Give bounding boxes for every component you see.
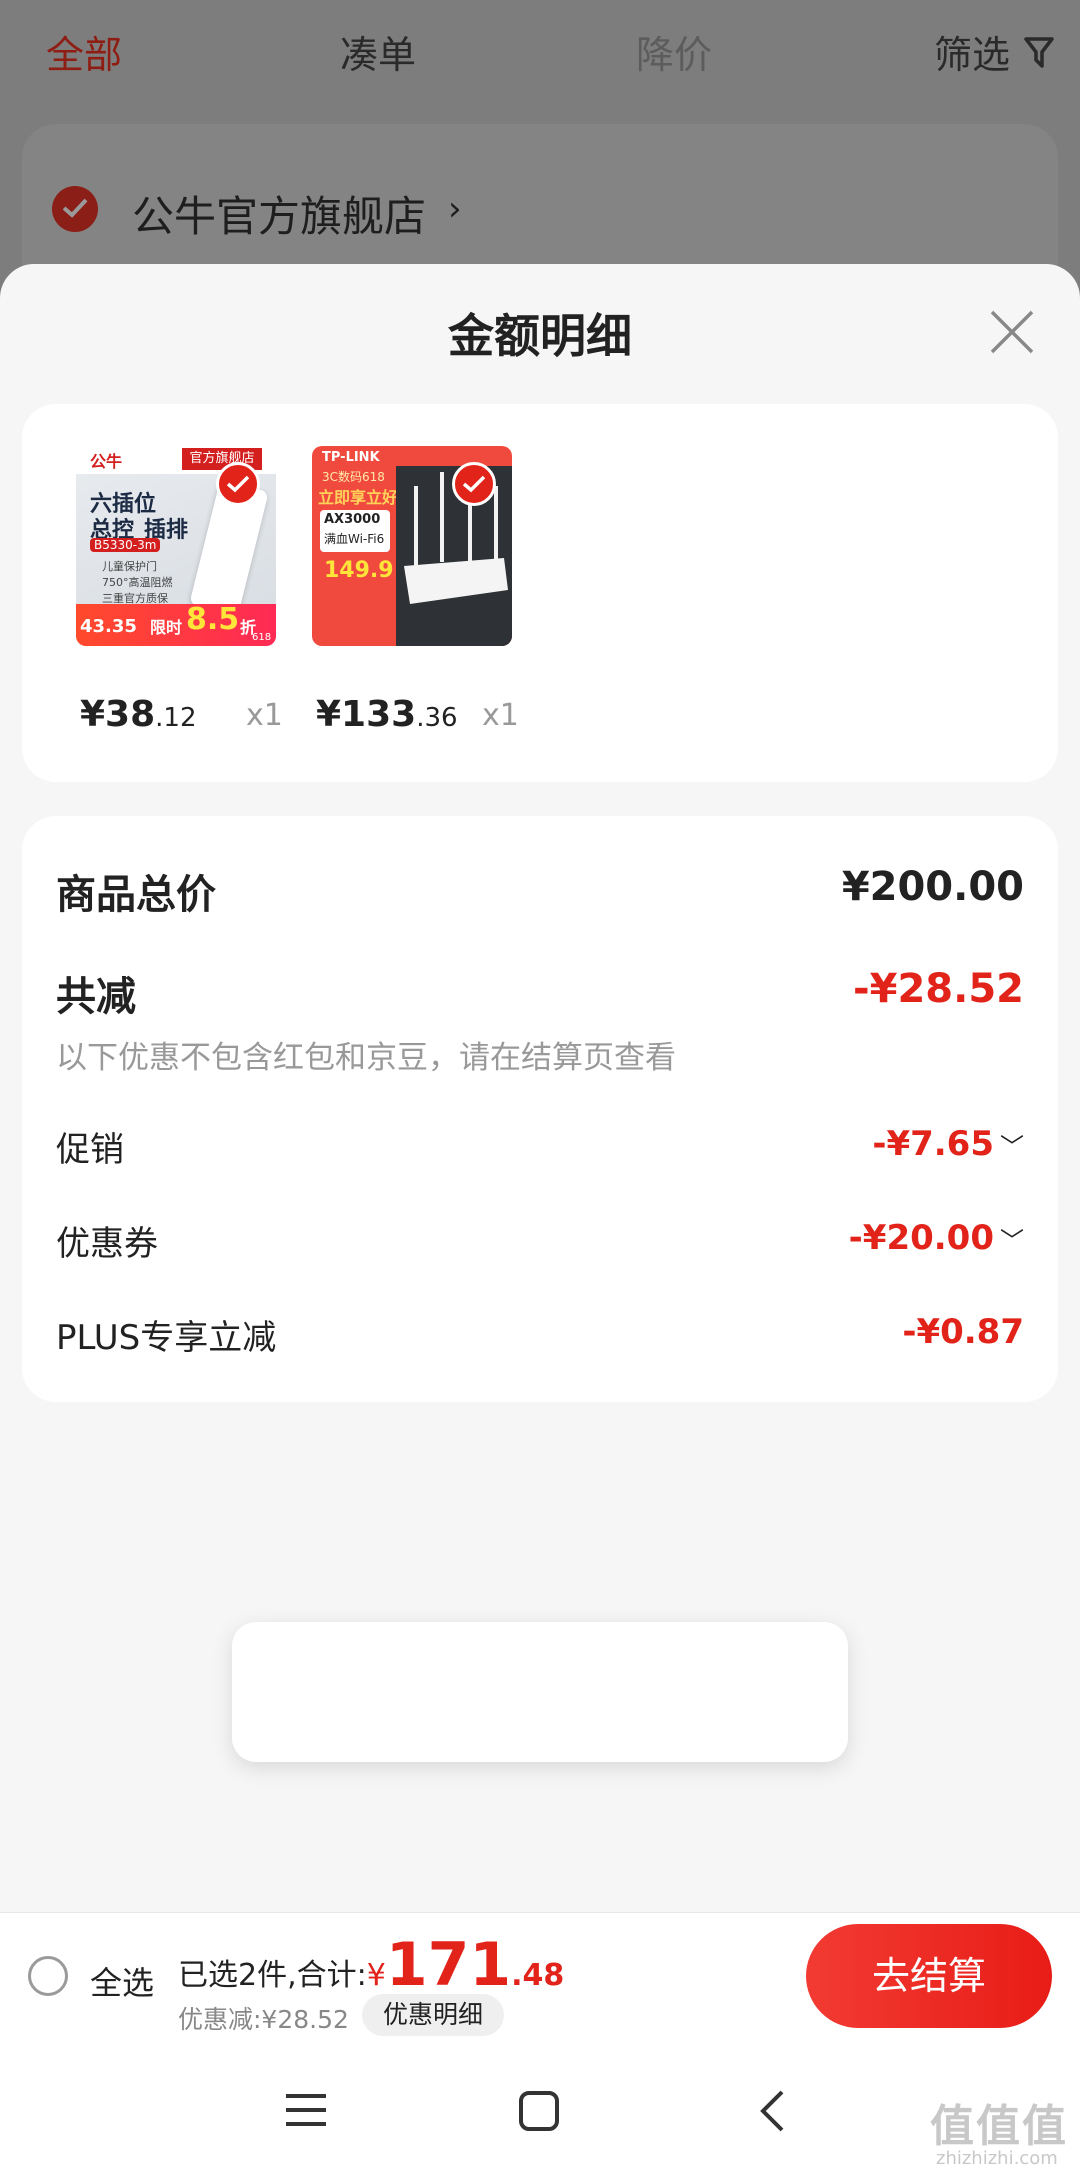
thumb-price-tag: 149.9 — [324, 558, 394, 583]
item-quantity: x1 — [246, 698, 283, 733]
menu-icon[interactable] — [286, 2092, 326, 2128]
thumb-price-tag: 43.35 — [80, 616, 137, 637]
check-icon — [62, 198, 88, 218]
plus-discount-value: -¥0.87 — [902, 1312, 1024, 1352]
selected-total: 已选2件,合计:¥171.48 — [178, 1930, 565, 2000]
item-price: ¥38.12 — [80, 694, 197, 735]
sheet-title: 金额明细 — [448, 309, 632, 363]
brand-logo-text: 公牛 — [90, 452, 123, 471]
thumb-subtitle: 满血Wi-Fi6 — [324, 532, 385, 546]
thumb-feature: 儿童保护门 — [102, 560, 157, 573]
store-checkbox[interactable] — [52, 186, 98, 232]
total-label: 商品总价 — [56, 872, 216, 918]
tab-price-drop[interactable]: 降价 — [636, 24, 712, 79]
store-name[interactable]: 公牛官方旗舰店 — [132, 183, 426, 244]
product-thumbnail[interactable]: 公牛 官方旗舰店 六插位 总控 插排 B5330-3m 儿童保护门 750°高温… — [76, 446, 276, 646]
background-tab-bar: 全部 凑单 降价 筛选 — [0, 0, 1080, 110]
item-quantity: x1 — [482, 698, 519, 733]
reduce-value: -¥28.52 — [853, 966, 1024, 1012]
promotion-value[interactable]: -¥7.65 ﹀ — [872, 1124, 1024, 1164]
thumb-model: B5330-3m — [90, 538, 161, 552]
item-price: ¥133.36 — [316, 694, 458, 735]
check-icon — [462, 475, 486, 493]
discount-note: 以下优惠不包含红包和京豆，请在结算页查看 — [56, 1040, 676, 1076]
thumb-feature: 750°高温阻燃 — [102, 576, 173, 589]
select-all-label[interactable]: 全选 — [90, 1958, 154, 2004]
watermark-url: zhizhizhi.com — [936, 2148, 1058, 2169]
thumb-headline: 立即享立好 — [318, 488, 399, 507]
discount-amount: 优惠减:¥28.52 — [178, 2005, 349, 2034]
coupon-label: 优惠券 — [56, 1224, 158, 1264]
total-value: ¥200.00 — [841, 864, 1024, 910]
discount-detail-button[interactable]: 优惠明细 — [362, 1994, 504, 2036]
blank-toast — [232, 1622, 848, 1762]
thumb-campaign: 3C数码618 — [322, 470, 385, 484]
back-icon[interactable] — [758, 2088, 786, 2134]
watermark-logo: 值值值 — [930, 2101, 1068, 2152]
check-icon — [226, 475, 250, 493]
item-selected-check[interactable] — [216, 462, 260, 506]
chevron-down-icon: ﹀ — [1000, 1133, 1024, 1161]
plus-discount-label: PLUS专享立减 — [56, 1318, 277, 1358]
thumb-badge: 618 — [252, 632, 272, 643]
tab-all[interactable]: 全部 — [46, 24, 122, 79]
thumb-promo-value: 8.5 — [186, 602, 240, 637]
chevron-right-icon: › — [448, 189, 462, 229]
coupon-value[interactable]: -¥20.00 ﹀ — [849, 1218, 1024, 1258]
thumb-model: AX3000 — [324, 512, 381, 527]
select-all-radio[interactable] — [28, 1956, 68, 1996]
chevron-down-icon: ﹀ — [1000, 1227, 1024, 1255]
brand-logo-text: TP-LINK — [322, 450, 380, 465]
home-icon[interactable] — [518, 2090, 560, 2132]
thumb-promo-label: 限时 — [150, 618, 183, 637]
filter-icon[interactable] — [1024, 36, 1054, 70]
reduce-label: 共减 — [56, 974, 136, 1020]
item-selected-check[interactable] — [452, 462, 496, 506]
promotion-label: 促销 — [56, 1130, 124, 1170]
product-thumbnail[interactable]: TP-LINK 3C数码618 立即享立好 AX3000 满血Wi-Fi6 14… — [312, 446, 512, 646]
tab-filter[interactable]: 筛选 — [934, 24, 1010, 79]
close-icon[interactable] — [988, 308, 1036, 356]
checkout-button[interactable]: 去结算 — [806, 1924, 1052, 2028]
tab-bundle[interactable]: 凑单 — [340, 24, 416, 79]
